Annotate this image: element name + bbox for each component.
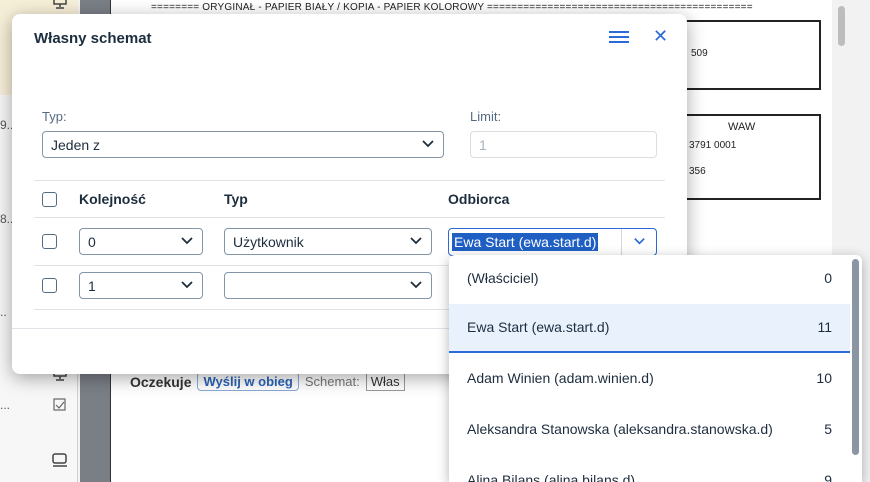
document-text: 3791 0001 — [689, 140, 737, 151]
chevron-down-icon — [180, 233, 194, 247]
document-text: 509 — [691, 48, 708, 59]
monitor-icon[interactable] — [50, 452, 70, 470]
option-count: 5 — [824, 421, 832, 437]
dialog-title: Własny schemat — [34, 30, 152, 47]
divider — [34, 180, 665, 181]
option-count: 11 — [817, 319, 832, 335]
chevron-down-icon — [409, 277, 423, 291]
recipient-combobox[interactable]: Ewa Start (ewa.start.d) — [448, 228, 657, 256]
row-checkbox[interactable] — [42, 234, 57, 249]
chevron-down-icon — [421, 136, 435, 150]
sidebar-text: ... — [0, 398, 11, 412]
limit-label: Limit: — [470, 109, 502, 124]
status-state: Oczekuje — [130, 373, 192, 390]
option-count: 9 — [824, 472, 832, 482]
type-label: Typ: — [42, 109, 67, 124]
schema-label: Schemat: — [304, 374, 360, 389]
recipient-dropdown-button[interactable] — [621, 229, 656, 255]
menu-icon[interactable] — [609, 28, 629, 46]
order-select[interactable]: 1 — [79, 272, 203, 299]
dropdown-option-selected[interactable]: Ewa Start (ewa.start.d) 11 — [449, 304, 850, 353]
select-all-checkbox[interactable] — [42, 192, 57, 207]
recipient-dropdown-list: (Właściciel) 0 Ewa Start (ewa.start.d) 1… — [449, 255, 862, 482]
status-row: Oczekuje Wyślij w obieg Schemat: Włas — [130, 372, 405, 391]
close-icon[interactable]: ✕ — [653, 26, 668, 47]
dropdown-option[interactable]: Aleksandra Stanowska (aleksandra.stanows… — [449, 406, 850, 455]
type-row-select[interactable]: Użytkownik — [224, 228, 432, 255]
chevron-down-icon — [409, 233, 423, 247]
type-row-select[interactable] — [224, 272, 432, 299]
divider — [34, 217, 665, 218]
dropdown-scrollbar[interactable] — [852, 259, 859, 455]
column-header-order: Kolejność — [79, 191, 146, 207]
limit-input[interactable]: 1 — [470, 131, 657, 158]
send-button[interactable]: Wyślij w obieg — [197, 372, 299, 391]
option-count: 10 — [816, 370, 832, 386]
chevron-down-icon — [180, 277, 194, 291]
checkbox-icon[interactable] — [50, 398, 70, 416]
monitor-icon[interactable] — [50, 0, 70, 12]
column-header-type: Typ — [224, 191, 248, 207]
option-name: Alina Bilans (alina.bilans.d) — [467, 472, 636, 482]
type-value: Jeden z — [51, 137, 101, 153]
order-value: 1 — [88, 278, 96, 294]
option-name: Adam Winien (adam.winien.d) — [467, 370, 654, 386]
dropdown-option[interactable]: Adam Winien (adam.winien.d) 10 — [449, 355, 850, 404]
dropdown-option[interactable]: (Właściciel) 0 — [449, 255, 850, 304]
dropdown-option[interactable]: Alina Bilans (alina.bilans.d) 9 — [449, 457, 850, 482]
type-row-value: Użytkownik — [233, 234, 304, 250]
recipient-value[interactable]: Ewa Start (ewa.start.d) — [452, 233, 599, 251]
option-count: 0 — [824, 270, 832, 286]
scrollbar-thumb[interactable] — [838, 6, 845, 46]
option-name: Aleksandra Stanowska (aleksandra.stanows… — [467, 421, 773, 437]
sidebar-text: .. — [0, 305, 7, 319]
order-select[interactable]: 0 — [79, 228, 203, 255]
document-header: ======== ORYGINAŁ - PAPIER BIAŁY / KOPIA… — [151, 2, 753, 13]
row-checkbox[interactable] — [42, 278, 57, 293]
chevron-down-icon — [633, 234, 646, 252]
type-select[interactable]: Jeden z — [42, 131, 444, 158]
column-header-recipient: Odbiorca — [448, 191, 510, 207]
schema-select[interactable]: Włas — [365, 372, 405, 391]
order-value: 0 — [88, 234, 96, 250]
option-name: (Właściciel) — [467, 270, 539, 286]
document-text: 356 — [689, 166, 706, 177]
option-name: Ewa Start (ewa.start.d) — [467, 319, 610, 335]
limit-placeholder: 1 — [479, 137, 487, 153]
document-text: WAW — [728, 121, 756, 133]
